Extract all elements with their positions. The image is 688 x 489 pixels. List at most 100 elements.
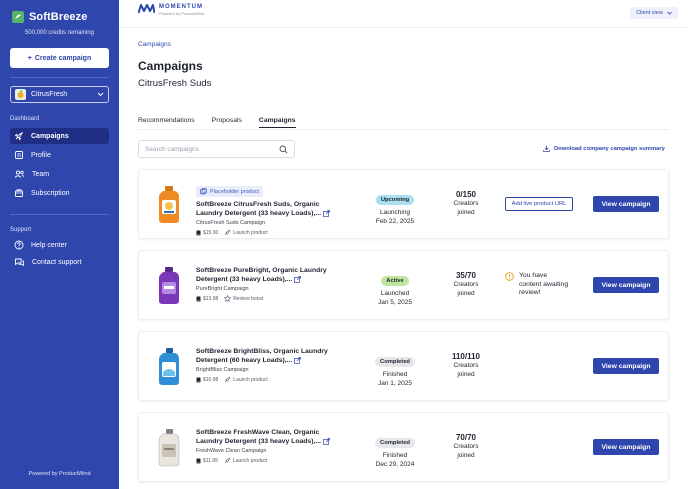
campaign-name: PureBright Campaign [196,286,249,292]
tab-campaigns[interactable]: Campaigns [258,117,296,128]
sidebar-item-profile[interactable]: Profile [10,147,109,163]
external-link-icon[interactable] [323,209,330,217]
momentum-powered-by: Powered by ProductWind [159,11,205,16]
product-name-link[interactable]: SoftBreeze BrightBliss, Organic Laundry … [196,347,346,365]
joined-label: joined [457,370,475,378]
product-image [159,186,179,223]
status-line-1: Launching [380,209,410,216]
sidebar-item-label: Profile [31,151,51,159]
status-badge: Upcoming [375,195,415,205]
sidebar: SoftBreeze 500,000 credits remaining + C… [0,0,119,489]
external-link-icon[interactable] [323,437,330,445]
search-icon[interactable] [279,145,288,154]
momentum-logo[interactable]: MOMENTUM Powered by ProductWind [138,4,204,16]
view-campaign-button[interactable]: View campaign [593,358,659,374]
external-link-icon[interactable] [294,275,302,283]
search-input[interactable] [145,145,273,153]
review-alert: You have content awaiting review! [505,272,569,298]
product-name: SoftBreeze PureBright, Organic Laundry D… [196,267,327,283]
creators-count: 35/70 [455,271,477,280]
sidebar-item-team[interactable]: Team [10,166,109,182]
creators-joined: 35/70 Creators joined [436,271,496,298]
momentum-logo-icon [138,4,155,14]
creators-count: 110/110 [451,352,481,361]
status-badge: Completed [375,357,415,367]
external-link-icon[interactable] [294,356,302,364]
divider [10,77,109,78]
campaign-type: Review boost [233,295,264,302]
softbreeze-logo-icon [12,11,24,23]
placeholder-tag-label: Placeholder product [210,188,259,195]
app-name: SoftBreeze [29,11,88,23]
campaign-card: Placeholder product SoftBreeze CitrusFre… [138,169,669,239]
product-name: SoftBreeze BrightBliss, Organic Laundry … [196,348,328,364]
status-line-1: Finished [382,371,408,378]
brand-selector-label: CitrusFresh [31,91,68,98]
campaign-card: SoftBreeze PureBright, Organic Laundry D… [138,250,669,320]
warning-icon [505,272,514,281]
creators-count: 70/70 [455,433,477,442]
rocket-icon [225,376,231,383]
tab-recommendations[interactable]: Recommendations [138,117,195,128]
divider [10,214,109,215]
product-name-link[interactable]: SoftBreeze CitrusFresh Suds, Organic Lau… [196,200,346,218]
add-live-product-url-button[interactable]: Add live product URL [505,197,573,211]
sidebar-item-label: Help center [31,241,67,249]
product-image [159,267,179,304]
view-campaign-button[interactable]: View campaign [593,196,659,212]
campaign-type: Launch product [233,229,268,236]
tab-proposals[interactable]: Proposals [212,117,242,128]
joined-label: joined [457,289,475,297]
amazon-icon [196,230,201,235]
product-price: $11.99 [203,457,218,464]
credits-remaining: 500,000 credits remaining [24,30,95,36]
amazon-icon [196,296,201,301]
product-name: SoftBreeze FreshWave Clean, Organic Laun… [196,429,322,445]
app-brand[interactable]: SoftBreeze [12,11,87,23]
amazon-icon [196,458,201,463]
creators-joined: 70/70 Creators joined [436,433,496,460]
sidebar-item-label: Contact support [32,258,82,266]
view-campaign-button[interactable]: View campaign [593,439,659,455]
product-name: SoftBreeze CitrusFresh Suds, Organic Lau… [196,201,322,217]
rocket-icon [225,229,231,236]
sidebar-item-contact-support[interactable]: Contact support [10,254,109,270]
sidebar-item-subscription[interactable]: Subscription [10,185,109,201]
campaign-name: CitrusFresh Suds Campaign [196,220,266,226]
brand-selector[interactable]: CitrusFresh [10,86,109,103]
status-badge: Active [381,276,409,286]
product-name-link[interactable]: SoftBreeze FreshWave Clean, Organic Laun… [196,428,346,446]
campaign-status: Completed Finished Jan 1, 2025 [365,350,425,388]
citrusfresh-logo-icon [15,89,26,100]
sidebar-item-help-center[interactable]: Help center [10,237,109,253]
campaign-type: Launch product [232,457,268,464]
product-price: $15.00 [203,229,219,236]
brand-subtitle: CitrusFresh Suds [138,78,212,89]
view-campaign-button[interactable]: View campaign [593,277,659,293]
campaign-card: SoftBreeze BrightBliss, Organic Laundry … [138,331,669,401]
support-section-label: Support [10,227,32,233]
download-icon [543,145,550,152]
subscription-icon [15,189,23,197]
sidebar-item-campaigns[interactable]: Campaigns [10,128,109,144]
rocket-icon [224,457,231,464]
breadcrumb[interactable]: Campaigns [138,41,171,48]
client-view-dropdown[interactable]: Client view [630,7,678,19]
campaign-status: Upcoming Launching Feb 22, 2025 [365,188,425,226]
placeholder-product-tag: Placeholder product [196,186,263,197]
status-date: Jan 1, 2025 [378,379,412,387]
star-icon [224,295,232,302]
create-campaign-button[interactable]: + Create campaign [10,48,109,68]
download-summary-link[interactable]: Download company campaign summary [543,145,665,152]
top-bar: MOMENTUM Powered by ProductWind Client v… [119,0,688,28]
creators-count: 0/150 [455,190,477,199]
campaign-name: FreshWave Clean Campaign [196,448,267,454]
campaign-status: Active Launched Jan 5, 2025 [365,269,425,307]
product-name-link[interactable]: SoftBreeze PureBright, Organic Laundry D… [196,266,346,284]
client-view-label: Client view [636,10,663,16]
placeholder-icon [200,188,207,195]
team-icon [14,170,25,178]
product-image [158,429,180,467]
campaign-status: Completed Finished Dec 29, 2024 [365,431,425,469]
creators-label: Creators [453,362,479,369]
